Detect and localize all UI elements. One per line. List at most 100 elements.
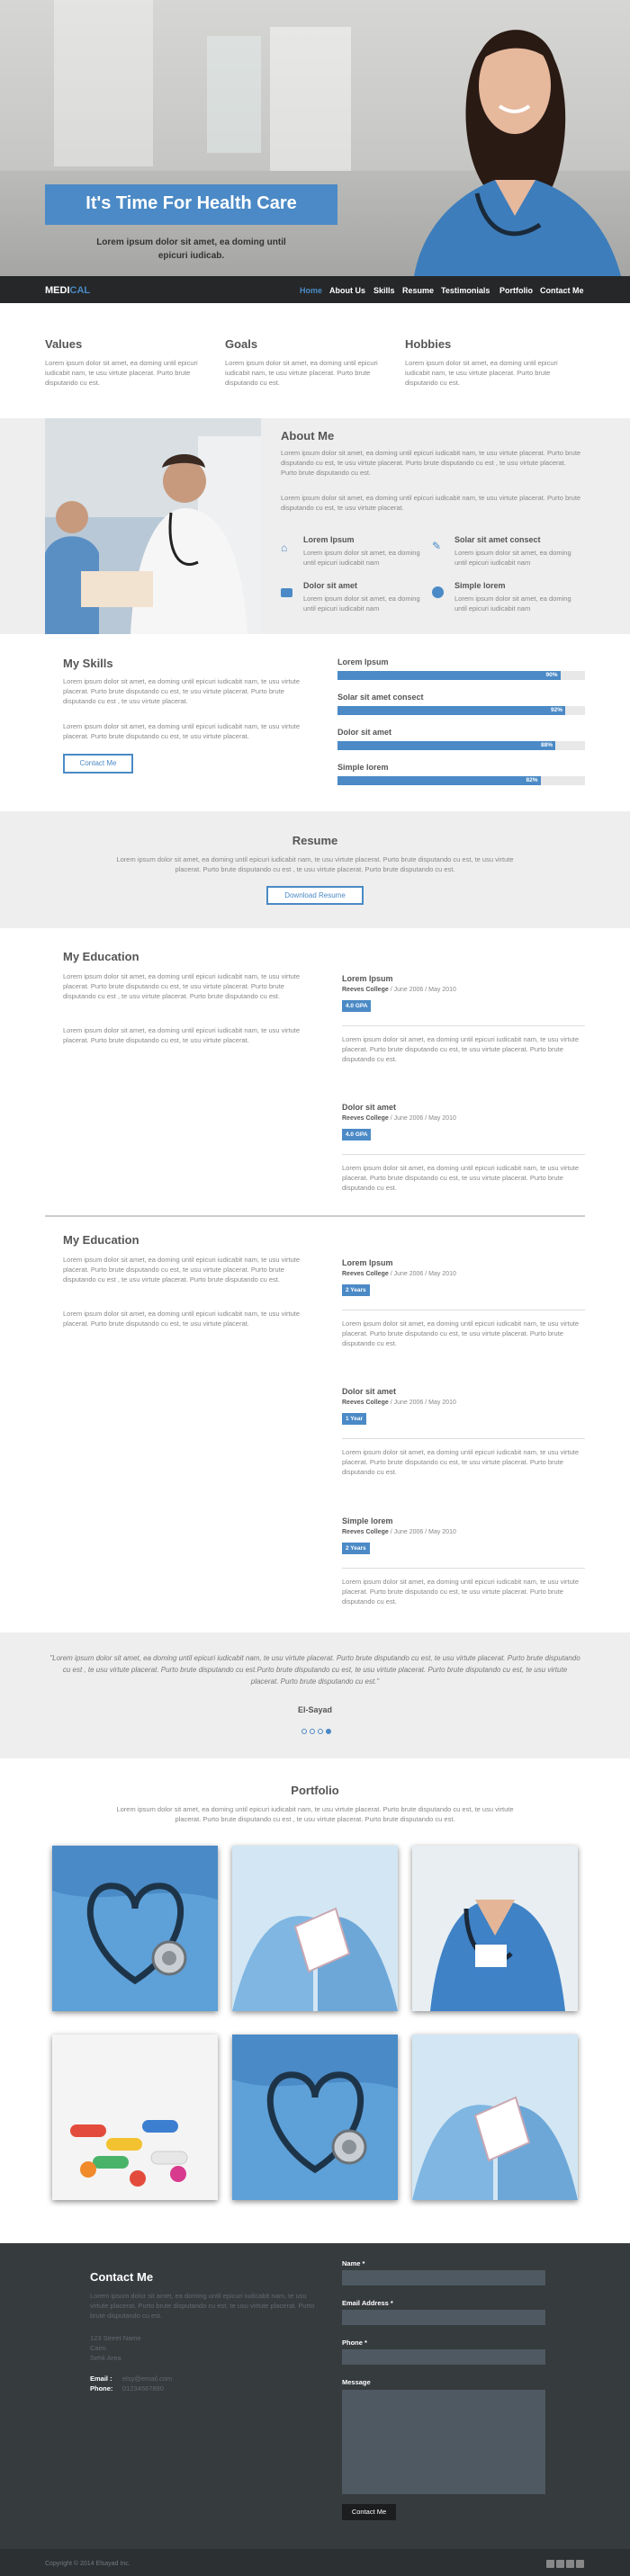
contact-address-line: Sehk Area — [90, 2354, 122, 2362]
testimonial-section — [0, 1632, 630, 1758]
portfolio-item-nurse[interactable] — [412, 1846, 578, 2011]
resume-text: Lorem ipsum dolor sit amet, ea doming un… — [116, 855, 514, 873]
briefcase-icon — [281, 588, 292, 597]
phone-label: Phone * — [342, 2339, 367, 2347]
skill-percent: 88% — [540, 742, 553, 748]
education-paragraph-2: Lorem ipsum dolor sit amet, ea doming un… — [63, 1026, 301, 1044]
hobbies-text: Lorem ipsum dolor sit amet, ea doming un… — [405, 359, 558, 387]
nav-home[interactable]: Home — [300, 286, 322, 295]
skill-bar-track: 82% — [338, 776, 585, 785]
feature-title: Lorem Ipsum — [303, 535, 355, 544]
globe-icon — [432, 586, 444, 598]
facebook-icon[interactable] — [546, 2560, 554, 2568]
nav-contact[interactable]: Contact Me — [540, 286, 584, 295]
edu-entry-meta: Reeves College / June 2006 / May 2010 — [342, 1115, 456, 1122]
education-title: My Education — [63, 950, 140, 963]
copyright: Copyright © 2014 Elsayad Inc. — [45, 2561, 130, 2567]
edu-entry-meta: Reeves College / June 2006 / May 2010 — [342, 1529, 456, 1535]
nav-resume[interactable]: Resume — [402, 286, 434, 295]
portfolio-title: Portfolio — [291, 1784, 339, 1797]
contact-phone-label: Phone: — [90, 2384, 113, 2393]
feature-title: Dolor sit amet — [303, 581, 358, 590]
skill-bar-fill: 90% — [338, 671, 561, 680]
skill-bar-fill: 92% — [338, 706, 565, 715]
divider — [342, 1154, 585, 1155]
edu-entry-meta: Reeves College / June 2006 / May 2010 — [342, 987, 456, 993]
divider — [342, 1438, 585, 1439]
feature-title: Solar sit amet consect — [454, 535, 541, 544]
portfolio-item-pills[interactable] — [52, 2035, 218, 2200]
edu-school: Reeves College — [342, 987, 389, 993]
portfolio-text: Lorem ipsum dolor sit amet, ea doming un… — [116, 1805, 514, 1823]
edu-dates: / June 2006 / May 2010 — [388, 1271, 456, 1277]
feature-text: Lorem ipsum dolor sit amet, ea doming un… — [454, 595, 572, 613]
testimonial-author: El-Sayad — [297, 1705, 333, 1714]
contact-phone: 01234567890 — [122, 2384, 164, 2393]
contact-title: Contact Me — [90, 2270, 154, 2284]
message-textarea[interactable] — [342, 2390, 545, 2494]
google-plus-icon[interactable] — [576, 2560, 584, 2568]
download-resume-button[interactable]: Download Resume — [266, 886, 364, 905]
hero-banner: It's Time For Health Care Lorem ipsum do… — [0, 0, 630, 276]
portfolio-item-stethoscope-2[interactable] — [232, 2035, 398, 2200]
edu-school: Reeves College — [342, 1529, 389, 1535]
goals-title: Goals — [225, 337, 258, 351]
edu-entry-text: Lorem ipsum dolor sit amet, ea doming un… — [342, 1164, 580, 1192]
values-title: Values — [45, 337, 83, 351]
twitter-icon[interactable] — [556, 2560, 564, 2568]
carousel-dot[interactable] — [318, 1729, 323, 1734]
edu-entry-title: Lorem Ipsum — [342, 974, 393, 983]
edu-entry-text: Lorem ipsum dolor sit amet, ea doming un… — [342, 1448, 580, 1476]
contact-address-line: 123 Street Name — [90, 2334, 141, 2342]
edu-badge: 1 Year — [342, 1413, 367, 1425]
skill-percent: 90% — [545, 672, 558, 678]
education-title: My Education — [63, 1233, 140, 1247]
skill-bar-track: 92% — [338, 706, 585, 715]
skill-bar-fill: 88% — [338, 741, 555, 750]
contact-me-button[interactable]: Contact Me — [63, 754, 133, 774]
name-input[interactable] — [342, 2270, 545, 2285]
skill-percent: 92% — [550, 707, 562, 713]
nav-testimonials[interactable]: Testimonials — [441, 286, 490, 295]
email-input[interactable] — [342, 2310, 545, 2325]
edu-badge: 4.0 GPA — [342, 1129, 372, 1140]
edu-dates: / June 2006 / May 2010 — [388, 1529, 456, 1535]
edu-entry-title: Simple lorem — [342, 1516, 393, 1525]
feature-text: Lorem ipsum dolor sit amet, ea doming un… — [454, 549, 572, 567]
skill-percent: 82% — [526, 777, 538, 783]
hero-headline: It's Time For Health Care — [86, 193, 297, 213]
hobbies-title: Hobbies — [405, 337, 452, 351]
carousel-dot-active[interactable] — [326, 1729, 331, 1734]
linkedin-icon[interactable] — [566, 2560, 574, 2568]
edu-entry-text: Lorem ipsum dolor sit amet, ea doming un… — [342, 1319, 580, 1347]
education-paragraph-1: Lorem ipsum dolor sit amet, ea doming un… — [63, 1256, 301, 1284]
skills-title: My Skills — [63, 657, 113, 670]
nav-skills[interactable]: Skills — [374, 286, 395, 295]
nav-portfolio[interactable]: Portfolio — [500, 286, 533, 295]
portfolio-item-gloves[interactable] — [232, 1846, 398, 2011]
submit-button[interactable]: Contact Me — [342, 2504, 396, 2520]
edu-badge: 2 Years — [342, 1543, 370, 1554]
brush-icon: ✎ — [432, 540, 442, 552]
logo[interactable]: MEDICAL — [45, 285, 90, 296]
feature-text: Lorem ipsum dolor sit amet, ea doming un… — [303, 549, 420, 567]
edu-entry-title: Lorem Ipsum — [342, 1258, 393, 1267]
portfolio-item-stethoscope[interactable] — [52, 1846, 218, 2011]
edu-school: Reeves College — [342, 1115, 389, 1122]
edu-entry-title: Dolor sit amet — [342, 1103, 397, 1112]
portfolio-item-gloves-2[interactable] — [412, 2035, 578, 2200]
testimonial-quote: "Lorem ipsum dolor sit amet, ea doming u… — [50, 1654, 580, 1686]
edu-badge: 2 Years — [342, 1284, 370, 1296]
section-divider — [45, 1215, 585, 1217]
phone-input[interactable] — [342, 2349, 545, 2365]
edu-dates: / June 2006 / May 2010 — [388, 987, 456, 993]
edu-school: Reeves College — [342, 1271, 389, 1277]
edu-school: Reeves College — [342, 1400, 389, 1406]
logo-accent: CAL — [69, 285, 91, 296]
about-paragraph-2: Lorem ipsum dolor sit amet, ea doming un… — [281, 494, 581, 512]
carousel-dot[interactable] — [310, 1729, 315, 1734]
contact-email[interactable]: elsy@email.com — [122, 2375, 172, 2383]
skill-bar-track: 90% — [338, 671, 585, 680]
nav-about[interactable]: About Us — [329, 286, 365, 295]
carousel-dot[interactable] — [302, 1729, 307, 1734]
